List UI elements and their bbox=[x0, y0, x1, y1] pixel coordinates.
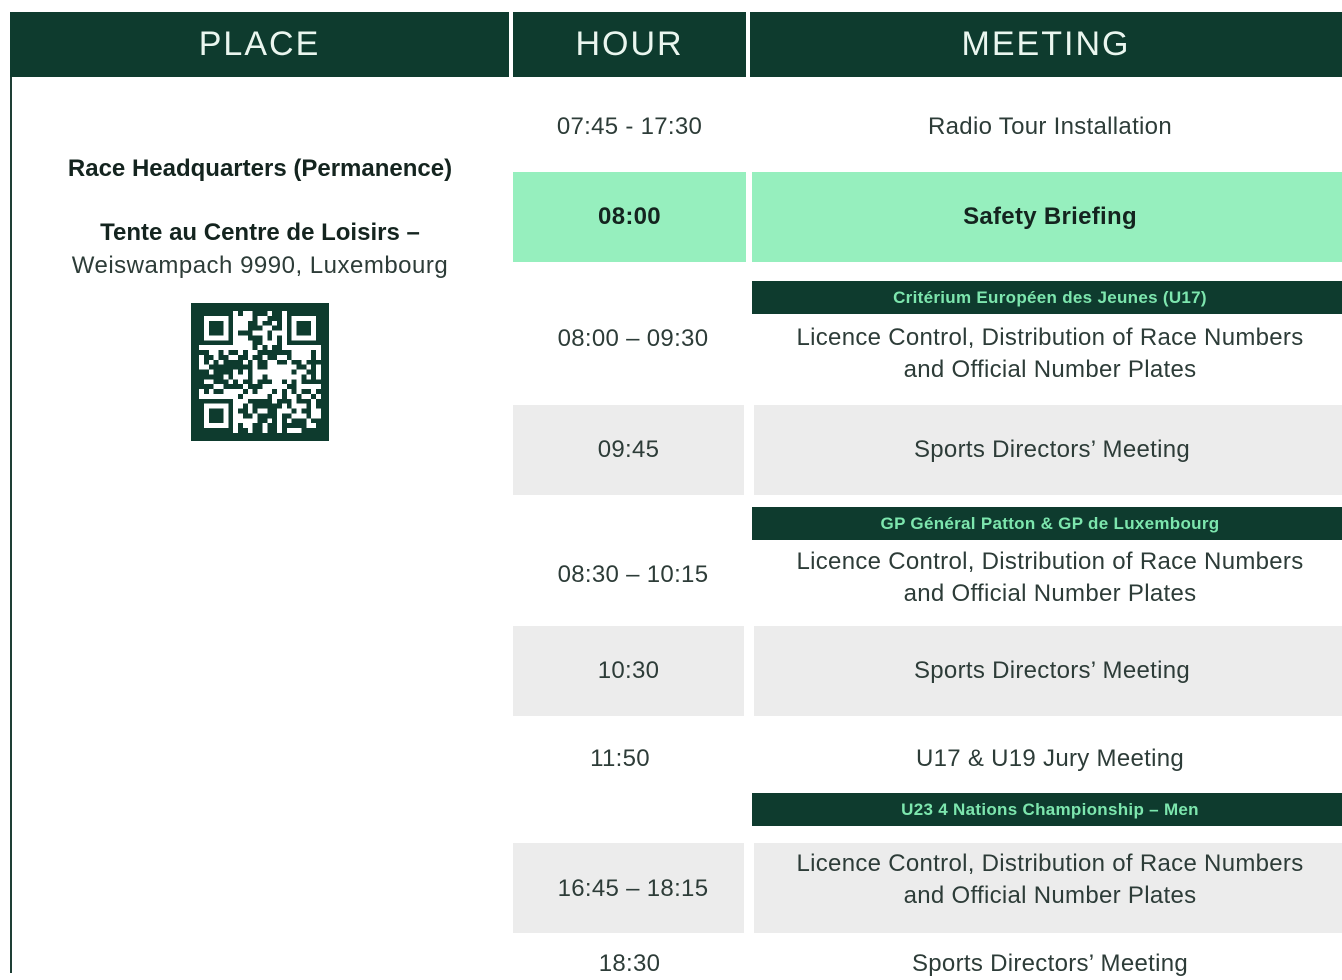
row-meeting-line1: Licence Control, Distribution of Race Nu… bbox=[796, 850, 1304, 877]
row-hour: 08:30 – 10:15 bbox=[557, 561, 709, 588]
row-meeting: Sports Directors’ Meeting bbox=[754, 405, 1342, 495]
row-hour: 11:50 bbox=[590, 745, 650, 772]
row-hour: 16:45 – 18:15 bbox=[557, 875, 709, 902]
section-header: GP Général Patton & GP de Luxembourg bbox=[752, 507, 1342, 540]
section-header: Critérium Européen des Jeunes (U17) bbox=[752, 281, 1342, 314]
row-hour: 08:00 – 09:30 bbox=[557, 325, 709, 352]
section-header: U23 4 Nations Championship – Men bbox=[752, 793, 1342, 826]
row-hour: 08:00 bbox=[513, 172, 746, 262]
row-meeting-line1: Licence Control, Distribution of Race Nu… bbox=[796, 324, 1304, 351]
row-meeting-line2: and Official Number Plates bbox=[903, 356, 1197, 383]
row-meeting: Sports Directors’ Meeting bbox=[754, 626, 1342, 716]
qr-code-icon[interactable] bbox=[191, 303, 329, 441]
row-meeting-line1: Licence Control, Distribution of Race Nu… bbox=[796, 548, 1304, 575]
row-meeting: U17 & U19 Jury Meeting bbox=[915, 745, 1185, 772]
row-hour: 09:45 bbox=[513, 405, 744, 495]
place-venue: Tente au Centre de Loisirs – bbox=[100, 219, 420, 246]
row-meeting: Radio Tour Installation bbox=[928, 113, 1172, 140]
header-place: PLACE bbox=[10, 12, 509, 77]
place-column-border bbox=[10, 77, 12, 973]
row-meeting-line2: and Official Number Plates bbox=[903, 882, 1197, 909]
place-title: Race Headquarters (Permanence) bbox=[67, 155, 453, 182]
row-meeting: Sports Directors’ Meeting bbox=[911, 950, 1189, 977]
row-hour: 18:30 bbox=[598, 950, 661, 977]
place-address: Weiswampach 9990, Luxembourg bbox=[71, 252, 449, 279]
row-hour: 10:30 bbox=[513, 626, 744, 716]
row-meeting-line2: and Official Number Plates bbox=[903, 580, 1197, 607]
row-meeting: Safety Briefing bbox=[752, 172, 1342, 262]
header-meeting: MEETING bbox=[750, 12, 1342, 77]
row-hour: 07:45 - 17:30 bbox=[556, 113, 703, 140]
header-hour: HOUR bbox=[513, 12, 746, 77]
